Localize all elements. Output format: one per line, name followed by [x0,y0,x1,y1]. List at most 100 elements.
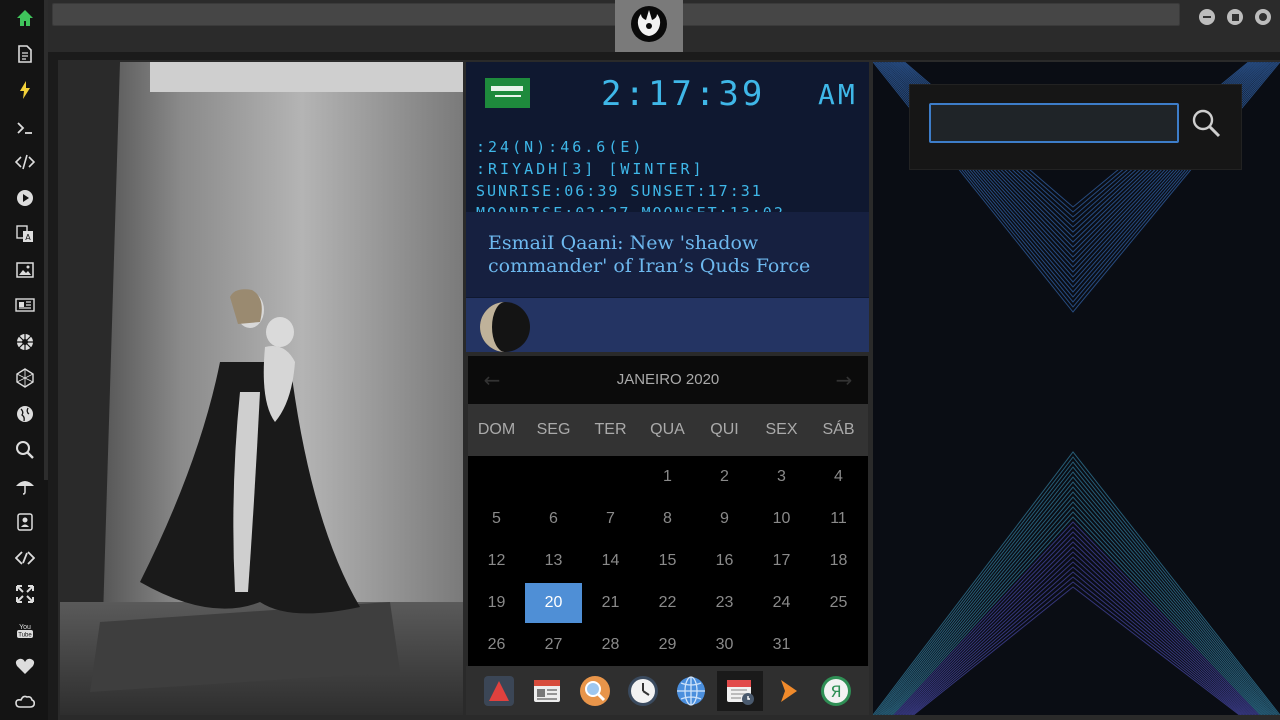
calendar-day-selected[interactable]: 20 [525,583,582,623]
search-icon[interactable] [10,435,40,465]
calendar-grid: 1 2 3 4 5 6 7 8 9 10 11 12 13 14 15 16 17 18 19 20 21 22 23 24 2… [468,456,868,666]
weekday-2: SEG [536,421,571,438]
svg-text:A: A [25,233,31,242]
globe-icon[interactable] [10,399,40,429]
play-arrow-app-icon[interactable] [768,671,808,711]
calendar-day[interactable]: 30 [696,625,753,665]
close-icon [1259,13,1267,21]
calendar-day[interactable]: 29 [639,625,696,665]
image-icon[interactable] [10,255,40,285]
arrow-app-icon[interactable] [479,671,519,711]
calendar-day[interactable]: 2 [696,457,753,497]
calendar-title: JANEIRO 2020 [616,371,720,388]
diamond-code-icon[interactable] [10,543,40,573]
yandex-icon[interactable]: Я [816,671,856,711]
rebel-alliance-icon [631,6,667,42]
news-app-icon[interactable] [527,671,567,711]
youtube-icon[interactable]: You Tube [10,615,40,645]
document-icon[interactable] [10,39,40,69]
calendar-app-icon[interactable] [717,671,763,711]
close-button[interactable] [1255,9,1271,25]
calendar-day[interactable]: 23 [696,583,753,623]
calendar-day[interactable]: 14 [582,541,639,581]
location-label: :RIYADH[3] [WINTER] [476,160,705,178]
search-input[interactable] [929,103,1179,143]
globe-app-icon[interactable] [671,671,711,711]
calendar-day[interactable]: 15 [639,541,696,581]
coordinates: :24(N):46.6(E) [476,138,645,156]
calendar-day[interactable]: 21 [582,583,639,623]
calendar-day[interactable]: 25 [810,583,867,623]
moon-icon [480,302,530,352]
svg-text:You: You [19,624,31,631]
calendar-day[interactable]: 18 [810,541,867,581]
weekday-5: QUI [710,421,739,438]
calendar-day[interactable]: 7 [582,499,639,539]
svg-text:Я: Я [830,682,841,701]
lightning-icon[interactable] [10,75,40,105]
calendar-day[interactable]: 6 [525,499,582,539]
photo-panel [60,62,463,715]
sidebar: A You Tube [0,0,48,720]
news-headline[interactable]: EsmaiI Qaani: New 'shadow commander' of … [488,232,848,278]
calendar-day[interactable]: 31 [753,625,810,665]
sun-times: SUNRISE:06:39 SUNSET:17:31 [476,182,763,200]
weekday-1: DOM [477,421,516,438]
minimize-button[interactable] [1199,9,1215,25]
calendar-day[interactable]: 9 [696,499,753,539]
weekday-3: TER [594,421,627,438]
sidebar-scrollbar[interactable] [44,0,48,480]
search-icon [1192,109,1221,138]
calendar-day[interactable]: 12 [468,541,525,581]
terminal-icon[interactable] [10,113,40,143]
home-icon[interactable] [10,3,40,33]
calendar-day[interactable]: 22 [639,583,696,623]
clock-widget: 2:17:39 AM :24(N):46.6(E) :RIYADH[3] [WI… [466,62,869,352]
svg-text:Tube: Tube [18,633,32,639]
contact-icon[interactable] [10,507,40,537]
calendar-day[interactable]: 28 [582,625,639,665]
calendar-widget: ← JANEIRO 2020 → DOM SEG TER QUA QUI SEX SÁB 1… [468,356,868,666]
maximize-icon [1231,13,1239,21]
clock-time: 2:17:39 [601,74,766,114]
calendar-day[interactable]: 1 [639,457,696,497]
cloud-icon[interactable] [10,687,40,717]
code-icon[interactable] [10,147,40,177]
calendar-day[interactable]: 26 [468,625,525,665]
maximize-button[interactable] [1227,9,1243,25]
heart-icon[interactable] [10,651,40,681]
next-month-button[interactable]: → [832,368,856,392]
logo-tab[interactable] [615,0,683,52]
calendar-day[interactable]: 3 [753,457,810,497]
play-icon[interactable] [10,183,40,213]
translate-icon[interactable]: A [10,219,40,249]
expand-icon[interactable] [10,579,40,609]
calendar-day[interactable]: 17 [753,541,810,581]
search-button[interactable] [1188,105,1224,141]
portrait-photo [60,62,463,715]
calendar-day[interactable]: 10 [753,499,810,539]
minimize-icon [1203,16,1211,18]
umbrella-icon[interactable] [10,471,40,501]
calendar-day[interactable]: 27 [525,625,582,665]
newspaper-icon[interactable] [10,290,40,320]
calendar-day[interactable]: 8 [639,499,696,539]
calendar-day[interactable]: 16 [696,541,753,581]
rebel-icon[interactable] [10,327,40,357]
calendar-day[interactable]: 5 [468,499,525,539]
weekday-header: DOM SEG TER QUA QUI SEX SÁB [468,404,868,456]
weekday-7: SÁB [822,421,855,438]
calendar-day[interactable]: 19 [468,583,525,623]
calendar-day[interactable]: 4 [810,457,867,497]
calendar-day[interactable]: 24 [753,583,810,623]
hexagon-icon[interactable] [10,363,40,393]
weekday-4: QUA [650,421,685,438]
saudi-arabia-flag [485,78,530,108]
clock-ampm: AM [818,78,858,111]
search-app-icon[interactable] [575,671,615,711]
moon-strip [466,298,869,352]
app-dock: Я [466,666,869,715]
calendar-day[interactable]: 13 [525,541,582,581]
calendar-day[interactable]: 11 [810,499,867,539]
clock-app-icon[interactable] [623,671,663,711]
